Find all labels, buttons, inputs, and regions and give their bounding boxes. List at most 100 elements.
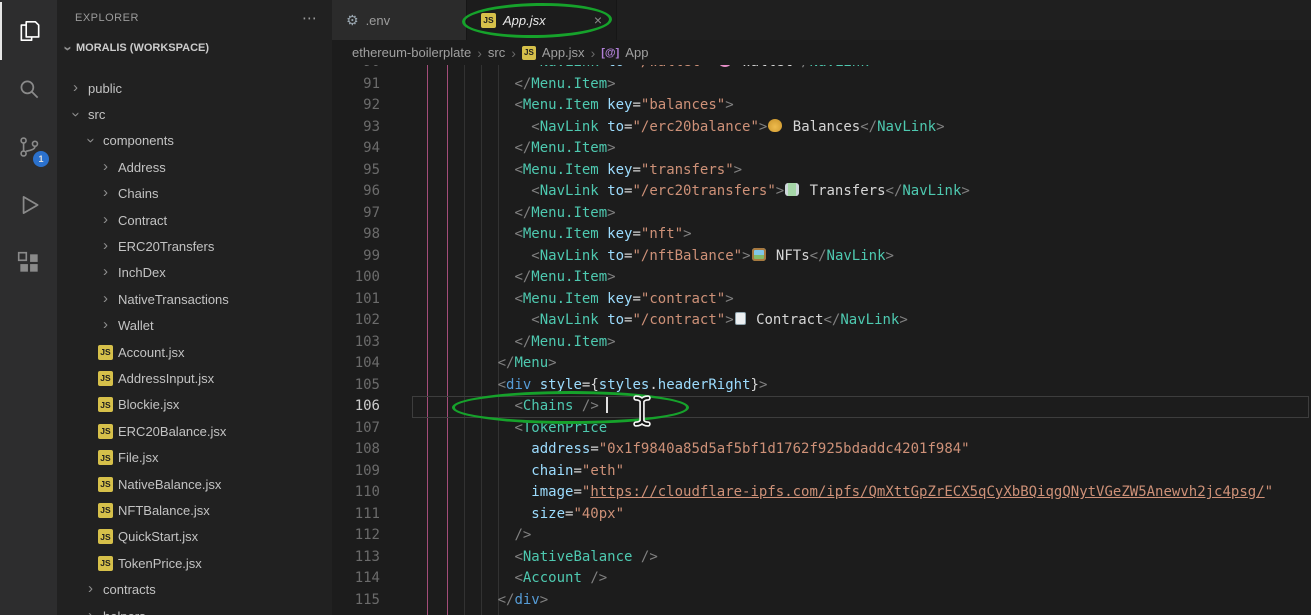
code-line-109[interactable]: 109 chain="eth": [332, 461, 1311, 483]
search-icon[interactable]: [0, 60, 57, 118]
line-number: 93: [363, 118, 380, 135]
gear-icon: ⚙: [346, 11, 359, 28]
run-debug-icon[interactable]: [0, 176, 57, 234]
close-icon[interactable]: ×: [594, 12, 602, 28]
tree-item-public[interactable]: › public: [57, 75, 332, 101]
chevron-right-icon: ›: [477, 44, 482, 61]
breadcrumb: ethereum-boilerplate › src › JS App.jsx …: [332, 40, 1311, 65]
code-line-106[interactable]: 106 <Chains />: [332, 396, 1311, 418]
code-line-111[interactable]: 111 size="40px": [332, 504, 1311, 526]
tree-item-address[interactable]: › Address: [57, 154, 332, 180]
tree-item-file-jsx[interactable]: JS File.jsx: [57, 444, 332, 470]
tree-item-label: Account.jsx: [118, 344, 185, 360]
tree-item-helpers[interactable]: › helpers: [57, 603, 332, 615]
code-line-113[interactable]: 113 <NativeBalance />: [332, 547, 1311, 569]
explorer-icon[interactable]: [0, 2, 57, 60]
code-line-94[interactable]: 94 </Menu.Item>: [332, 138, 1311, 160]
code-line-107[interactable]: 107 <TokenPrice: [332, 418, 1311, 440]
js-file-icon: JS: [521, 45, 536, 60]
line-number: 114: [354, 570, 380, 586]
workspace-title: MORALIS (WORKSPACE): [76, 42, 210, 54]
js-file-icon: JS: [98, 450, 113, 466]
code-line-98[interactable]: 98 <Menu.Item key="nft">: [332, 224, 1311, 246]
code-line-96[interactable]: 96 <NavLink to="/erc20transfers"> Transf…: [332, 181, 1311, 203]
code-text: />: [514, 527, 532, 543]
more-actions-icon[interactable]: ⋯: [302, 9, 318, 27]
symbol-component-icon: [@]: [601, 46, 620, 59]
tree-item-erc20transfers[interactable]: › ERC20Transfers: [57, 233, 332, 259]
breadcrumb-item-src[interactable]: src: [488, 45, 505, 60]
tab-app-jsx[interactable]: JS App.jsx ×: [467, 0, 617, 40]
tree-item-quickstart-jsx[interactable]: JS QuickStart.jsx: [57, 524, 332, 550]
code-line-104[interactable]: 104 </Menu>: [332, 353, 1311, 375]
code-line-91[interactable]: 91 </Menu.Item>: [332, 74, 1311, 96]
line-number: 101: [354, 290, 380, 307]
editor-group: ⚙ .env JS App.jsx × ethereum-boilerplate…: [332, 0, 1311, 615]
tab-env[interactable]: ⚙ .env: [332, 0, 467, 40]
tree-item-src[interactable]: › src: [57, 101, 332, 127]
breadcrumb-item-symbol[interactable]: App: [625, 45, 648, 60]
line-number: 106: [354, 398, 380, 414]
tree-item-label: File.jsx: [118, 450, 159, 466]
code-line-105[interactable]: 105 <div style={styles.headerRight}>: [332, 375, 1311, 397]
breadcrumb-item-file[interactable]: App.jsx: [542, 45, 585, 60]
code-line-101[interactable]: 101 <Menu.Item key="contract">: [332, 289, 1311, 311]
tree-item-nftbalance-jsx[interactable]: JS NFTBalance.jsx: [57, 497, 332, 523]
code-line-115[interactable]: 115 </div>: [332, 590, 1311, 612]
code-line-95[interactable]: 95 <Menu.Item key="transfers">: [332, 160, 1311, 182]
tree-item-inchdex[interactable]: › InchDex: [57, 260, 332, 286]
workspace-header[interactable]: › MORALIS (WORKSPACE): [57, 35, 332, 61]
line-number: 103: [354, 333, 380, 350]
js-file-icon: JS: [98, 502, 113, 518]
tree-item-nativebalance-jsx[interactable]: JS NativeBalance.jsx: [57, 471, 332, 497]
js-file-icon: JS: [98, 423, 113, 439]
tree-item-account-jsx[interactable]: JS Account.jsx: [57, 339, 332, 365]
breadcrumb-item-repo[interactable]: ethereum-boilerplate: [352, 45, 471, 60]
js-file-icon: JS: [98, 397, 113, 413]
code-editor[interactable]: 90 <NavLink to="/wallet"> Wallet</NavLin…: [332, 65, 1311, 615]
tree-item-label: Contract: [118, 212, 168, 228]
code-line-103[interactable]: 103 </Menu.Item>: [332, 332, 1311, 354]
line-number: 91: [363, 75, 380, 92]
tree-item-tokenprice-jsx[interactable]: JS TokenPrice.jsx: [57, 550, 332, 576]
code-text: <Menu.Item key="transfers">: [514, 161, 743, 178]
tree-item-blockie-jsx[interactable]: JS Blockie.jsx: [57, 392, 332, 418]
explorer-title: EXPLORER: [75, 11, 139, 24]
source-control-icon[interactable]: 1: [0, 118, 57, 176]
code-line-110[interactable]: 110 image="https://cloudflare-ipfs.com/i…: [332, 482, 1311, 504]
code-text: <Chains />: [380, 396, 608, 418]
tree-item-label: NativeTransactions: [118, 291, 229, 307]
chevron-right-icon: ›: [103, 316, 108, 334]
tree-item-addressinput-jsx[interactable]: JS AddressInput.jsx: [57, 365, 332, 391]
code-line-93[interactable]: 93 <NavLink to="/erc20balance"> Balances…: [332, 117, 1311, 139]
tree-item-components[interactable]: › components: [57, 128, 332, 154]
code-text: <Menu.Item key="balances">: [514, 97, 734, 113]
tree-item-label: AddressInput.jsx: [118, 370, 215, 386]
chevron-right-icon: ›: [103, 184, 108, 202]
code-text: <NavLink to="/erc20balance"> Balances</N…: [531, 118, 945, 135]
code-line-90[interactable]: 90 <NavLink to="/wallet"> Wallet</NavLin…: [332, 65, 1311, 74]
code-text: </Menu.Item>: [514, 204, 616, 221]
tree-item-chains[interactable]: › Chains: [57, 181, 332, 207]
code-line-114[interactable]: 114 <Account />: [332, 568, 1311, 590]
code-line-102[interactable]: 102 <NavLink to="/contract"> Contract</N…: [332, 310, 1311, 332]
tree-item-label: contracts: [103, 582, 156, 598]
tree-item-label: NFTBalance.jsx: [118, 502, 210, 518]
code-line-108[interactable]: 108 address="0x1f9840a85d5af5bf1d1762f92…: [332, 439, 1311, 461]
line-number: 110: [354, 484, 380, 500]
file-tree: › public › src › components › Address › Chains › Co…: [57, 75, 332, 615]
code-line-100[interactable]: 100 </Menu.Item>: [332, 267, 1311, 289]
code-line-112[interactable]: 112 />: [332, 525, 1311, 547]
tree-item-contracts[interactable]: › contracts: [57, 576, 332, 602]
tree-item-label: helpers: [103, 609, 146, 615]
code-line-97[interactable]: 97 </Menu.Item>: [332, 203, 1311, 225]
code-line-92[interactable]: 92 <Menu.Item key="balances">: [332, 95, 1311, 117]
extensions-icon[interactable]: [0, 234, 57, 292]
tree-item-label: TokenPrice.jsx: [118, 555, 202, 571]
tree-item-wallet[interactable]: › Wallet: [57, 313, 332, 339]
tree-item-contract[interactable]: › Contract: [57, 207, 332, 233]
scm-badge: 1: [33, 151, 49, 167]
tree-item-nativetransactions[interactable]: › NativeTransactions: [57, 286, 332, 312]
tree-item-erc20balance-jsx[interactable]: JS ERC20Balance.jsx: [57, 418, 332, 444]
code-line-99[interactable]: 99 <NavLink to="/nftBalance"> NFTs</NavL…: [332, 246, 1311, 268]
